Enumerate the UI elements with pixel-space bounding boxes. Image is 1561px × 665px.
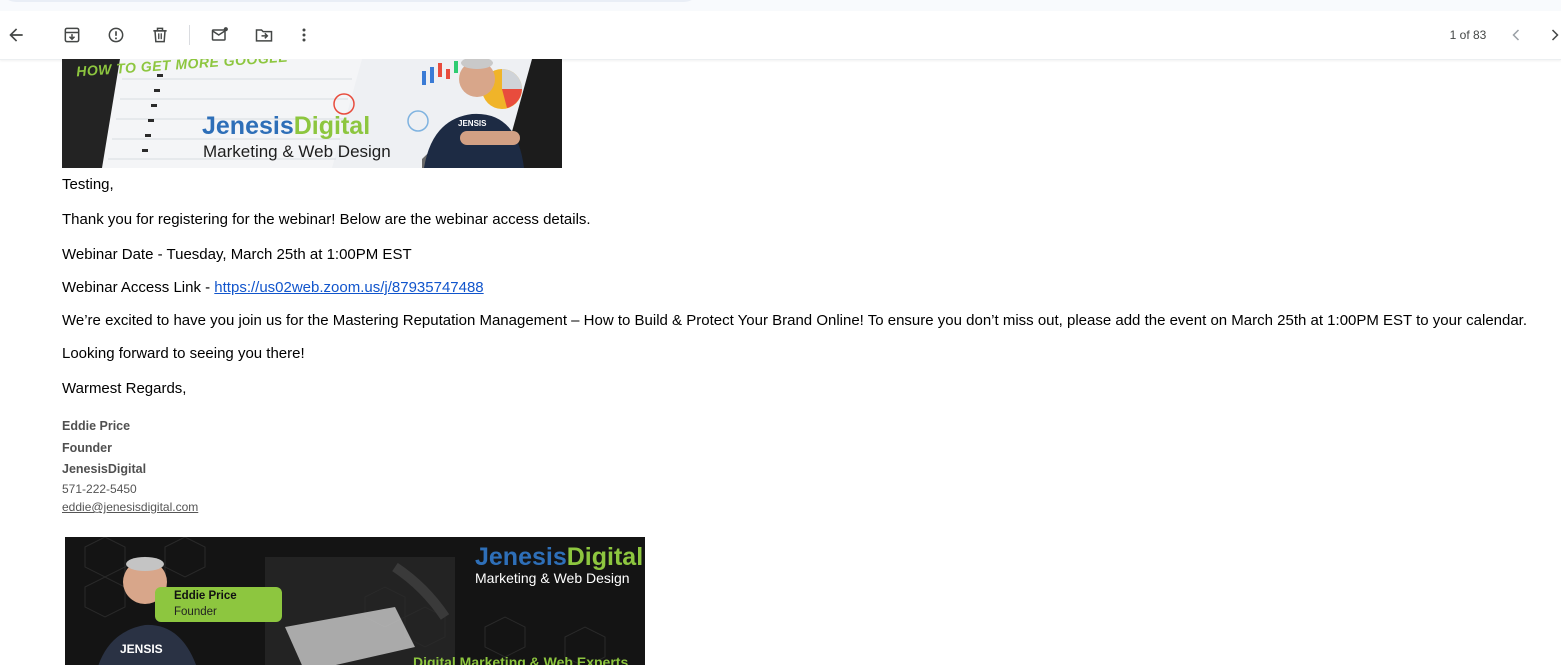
email-toolbar: 1 of 83 (0, 11, 1561, 60)
banner-tagline: Marketing & Web Design (203, 142, 391, 161)
arrow-back-icon (9, 28, 23, 42)
sign-off: Warmest Regards, (62, 380, 187, 397)
shirt-logo: JENSIS (458, 119, 487, 128)
signature-phone: 571-222-5450 (62, 482, 137, 496)
body-paragraph: We’re excited to have you join us for th… (62, 312, 1528, 329)
signature-email: eddie@jenesisdigital.com (62, 500, 198, 514)
greeting: Testing, (62, 176, 114, 193)
banner2-brand: JenesisDigital (475, 543, 643, 572)
banner2-shirt-logo: JENSIS (120, 642, 163, 656)
report-icon (108, 27, 124, 43)
webinar-link[interactable]: https://us02web.zoom.us/j/87935747488 (214, 279, 483, 296)
back-button[interactable] (2, 21, 30, 49)
pagination-count: 1 of 83 (1449, 28, 1487, 42)
move-folder-icon (255, 29, 273, 42)
search-bar-edge[interactable] (0, 0, 700, 2)
delete-button[interactable] (146, 21, 174, 49)
move-to-button[interactable] (250, 21, 278, 49)
chevron-left-icon (1512, 29, 1520, 41)
archive-button[interactable] (58, 21, 86, 49)
signature-name: Eddie Price (62, 419, 131, 433)
toolbar-divider (189, 25, 190, 45)
mark-unread-icon (211, 27, 228, 41)
report-spam-button[interactable] (102, 21, 130, 49)
banner2-name: Eddie Price (174, 590, 237, 602)
intro-paragraph: Thank you for registering for the webina… (62, 211, 591, 228)
brand-word-1: Jenesis (202, 112, 294, 140)
top-strip (0, 0, 1561, 11)
trash-icon (153, 27, 167, 43)
brand2-word-1: Jenesis (475, 543, 567, 571)
older-button[interactable] (1541, 21, 1561, 49)
brand-word-2: Digital (293, 112, 371, 140)
webinar-banner-image: HOW TO GET MORE GOOGLE JenesisDigital Ma… (62, 59, 562, 168)
webinar-date: Webinar Date - Tuesday, March 25th at 1:… (62, 246, 412, 263)
signature-banner-image: JenesisDigital Marketing & Web Design Ed… (65, 537, 645, 665)
link-label: Webinar Access Link - (62, 279, 215, 296)
banner-brand: JenesisDigital (202, 112, 370, 141)
closing-line: Looking forward to seeing you there! (62, 345, 305, 362)
brand2-word-2: Digital (566, 543, 644, 571)
more-options-button[interactable] (290, 21, 318, 49)
chevron-right-icon (1551, 29, 1559, 41)
signature-company: JenesisDigital (62, 462, 147, 476)
banner2-footer-text: Digital Marketing & Web Experts (413, 654, 629, 665)
webinar-link-line: Webinar Access Link - https://us02web.zo… (62, 279, 484, 296)
signature-title: Founder (62, 441, 112, 455)
archive-icon (64, 27, 80, 43)
newer-button[interactable] (1502, 21, 1530, 49)
banner2-tagline: Marketing & Web Design (475, 570, 630, 586)
email-body: HOW TO GET MORE GOOGLE JenesisDigital Ma… (0, 59, 1561, 665)
more-vert-icon (302, 28, 306, 42)
mark-unread-button[interactable] (206, 21, 234, 49)
banner2-title: Founder (174, 606, 217, 618)
signature-email-link[interactable]: eddie@jenesisdigital.com (62, 500, 198, 514)
